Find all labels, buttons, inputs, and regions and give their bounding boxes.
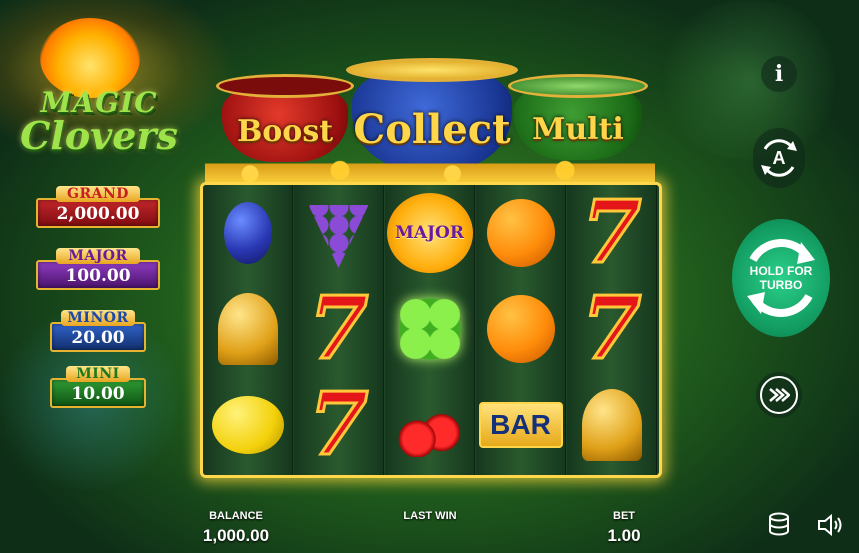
reel-cell: 7 xyxy=(294,281,383,377)
cherry-symbol-icon xyxy=(397,393,462,457)
bet-value[interactable]: 1.00 xyxy=(574,526,674,546)
info-icon: i xyxy=(774,61,784,87)
pot-rim xyxy=(216,74,354,98)
reel-grid: 7 7 MAJOR BAR 7 7 xyxy=(200,182,662,478)
fast-forward-ring xyxy=(760,376,798,414)
jackpot-major: MAJOR 100.00 xyxy=(36,248,160,290)
major-symbol-label: MAJOR xyxy=(395,223,464,243)
jackpot-label: MINI xyxy=(66,366,130,382)
balance-value: 1,000.00 xyxy=(202,526,270,545)
reel-3: MAJOR xyxy=(385,185,475,475)
reel-cell: MAJOR xyxy=(385,185,474,281)
reel-cell xyxy=(203,185,292,281)
bar-symbol-label: BAR xyxy=(490,409,551,440)
reel-cell xyxy=(385,281,474,377)
turbo-label: HOLD FOR TURBO xyxy=(749,264,813,292)
jackpot-minor: MINOR 20.00 xyxy=(50,310,146,352)
clover-symbol-icon xyxy=(389,289,470,369)
reel-cell xyxy=(385,377,474,473)
reel-cell: 7 xyxy=(567,281,656,377)
fast-forward-button[interactable] xyxy=(756,372,802,418)
reel-cell xyxy=(203,281,292,377)
seven-symbol-icon: 7 xyxy=(580,278,643,379)
gold-coins-pile xyxy=(205,150,655,184)
jackpot-grand: GRAND 2,000.00 xyxy=(36,186,160,228)
bet-settings-button[interactable] xyxy=(764,508,794,542)
boost-pot-label: Boost xyxy=(236,114,334,149)
reel-cell: 7 xyxy=(294,377,383,473)
reel-cell xyxy=(476,281,565,377)
orange-symbol-icon xyxy=(486,295,555,363)
bet-label: BET xyxy=(613,510,635,522)
jackpot-value: 10.00 xyxy=(50,378,146,408)
last-win-label: LAST WIN xyxy=(403,510,457,522)
jackpot-value: 20.00 xyxy=(50,322,146,352)
reel-cell xyxy=(567,377,656,473)
pot-rim xyxy=(346,58,518,82)
reel-cell xyxy=(294,185,383,281)
collect-pot-label: Collect xyxy=(353,106,511,153)
info-button[interactable]: i xyxy=(761,56,797,92)
major-flower-symbol-icon: MAJOR xyxy=(386,193,473,273)
reel-1 xyxy=(203,185,293,475)
jackpot-value: 2,000.00 xyxy=(36,198,160,228)
multi-pot-label: Multi xyxy=(532,112,624,147)
seven-symbol-icon: 7 xyxy=(580,182,643,283)
game-logo: MAGIC Clovers xyxy=(14,86,184,158)
lemon-symbol-icon xyxy=(211,396,284,454)
reel-2: 77 xyxy=(294,185,384,475)
bell-symbol-icon xyxy=(581,389,642,461)
orange-symbol-icon xyxy=(486,199,555,267)
jackpot-label: MINOR xyxy=(61,310,135,326)
seven-symbol-icon: 7 xyxy=(307,278,370,379)
jackpot-label: GRAND xyxy=(56,186,140,202)
reel-cell xyxy=(203,377,292,473)
autoplay-label: A xyxy=(772,147,786,168)
coin-stack-icon xyxy=(769,512,789,536)
speaker-icon xyxy=(818,513,842,537)
jackpot-value: 100.00 xyxy=(36,260,160,290)
reel-4: BAR xyxy=(476,185,566,475)
reel-5: 77 xyxy=(567,185,657,475)
balance-label: BALANCE xyxy=(209,510,263,522)
pot-rim xyxy=(508,74,648,98)
autoplay-button[interactable]: A xyxy=(753,128,805,188)
bell-symbol-icon xyxy=(217,293,278,365)
reel-cell: BAR xyxy=(476,377,565,473)
grapes-symbol-icon xyxy=(308,205,369,268)
reel-cell xyxy=(476,185,565,281)
sound-button[interactable] xyxy=(814,510,846,540)
bar-symbol-icon: BAR xyxy=(478,402,563,448)
seven-symbol-icon: 7 xyxy=(307,374,370,475)
spin-turbo-button[interactable]: HOLD FOR TURBO xyxy=(732,219,830,337)
jackpot-mini: MINI 10.00 xyxy=(50,366,146,408)
reel-cell: 7 xyxy=(567,185,656,281)
plum-symbol-icon xyxy=(223,202,272,264)
background-glow xyxy=(650,0,850,160)
logo-line2: Clovers xyxy=(20,113,178,158)
jackpot-label: MAJOR xyxy=(56,248,140,264)
multi-pot: Multi xyxy=(508,74,648,160)
